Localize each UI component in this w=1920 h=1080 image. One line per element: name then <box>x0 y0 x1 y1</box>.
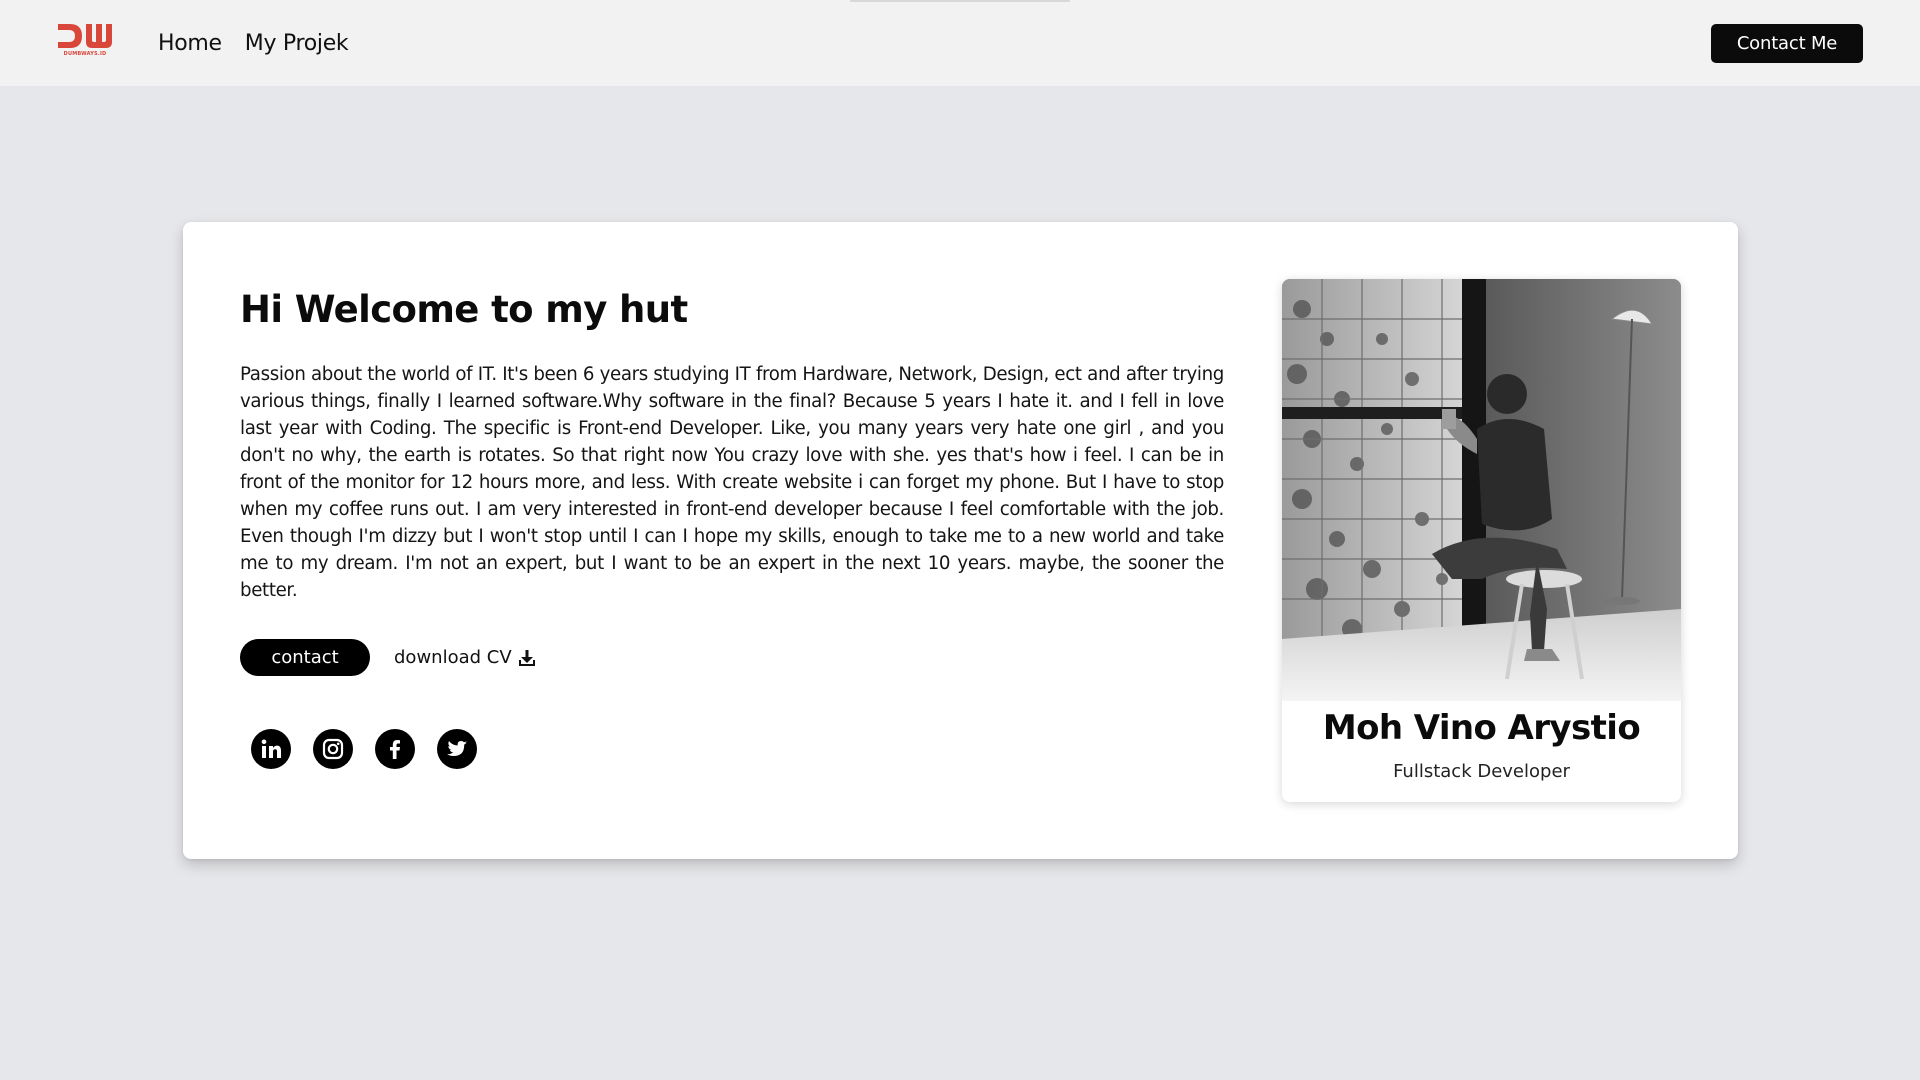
about-card: Hi Welcome to my hut Passion about the w… <box>183 222 1738 859</box>
bio-paragraph: Passion about the world of IT. It's been… <box>240 364 1224 601</box>
nav-links: Home My Projek <box>158 0 349 86</box>
dumbways-logo-mark <box>58 24 112 48</box>
contact-button[interactable]: contact <box>240 639 370 676</box>
download-cv-link[interactable]: download CV <box>394 647 536 668</box>
dumbways-logo[interactable]: DUMBWAYS.ID <box>56 20 114 60</box>
profile-name: Moh Vino Arystio <box>1322 708 1641 748</box>
twitter-icon[interactable] <box>437 729 477 769</box>
nav-my-projek-link[interactable]: My Projek <box>245 31 349 56</box>
social-links <box>251 729 477 769</box>
navbar: DUMBWAYS.ID Home My Projek Contact Me <box>0 0 1920 86</box>
facebook-icon[interactable] <box>375 729 415 769</box>
welcome-headline: Hi Welcome to my hut <box>240 288 688 331</box>
linkedin-icon[interactable] <box>251 729 291 769</box>
nav-home-link[interactable]: Home <box>158 31 222 56</box>
profile-role: Fullstack Developer <box>1393 761 1570 782</box>
navbar-top-divider <box>850 0 1070 2</box>
profile-card: Moh Vino Arystio Fullstack Developer <box>1282 279 1681 802</box>
download-cv-label: download CV <box>394 647 512 668</box>
logo-subtext: DUMBWAYS.ID <box>63 51 107 57</box>
action-buttons: contact download CV <box>240 639 536 676</box>
contact-me-button[interactable]: Contact Me <box>1711 24 1863 63</box>
instagram-icon[interactable] <box>313 729 353 769</box>
profile-photo <box>1282 279 1681 701</box>
download-icon <box>518 649 536 667</box>
